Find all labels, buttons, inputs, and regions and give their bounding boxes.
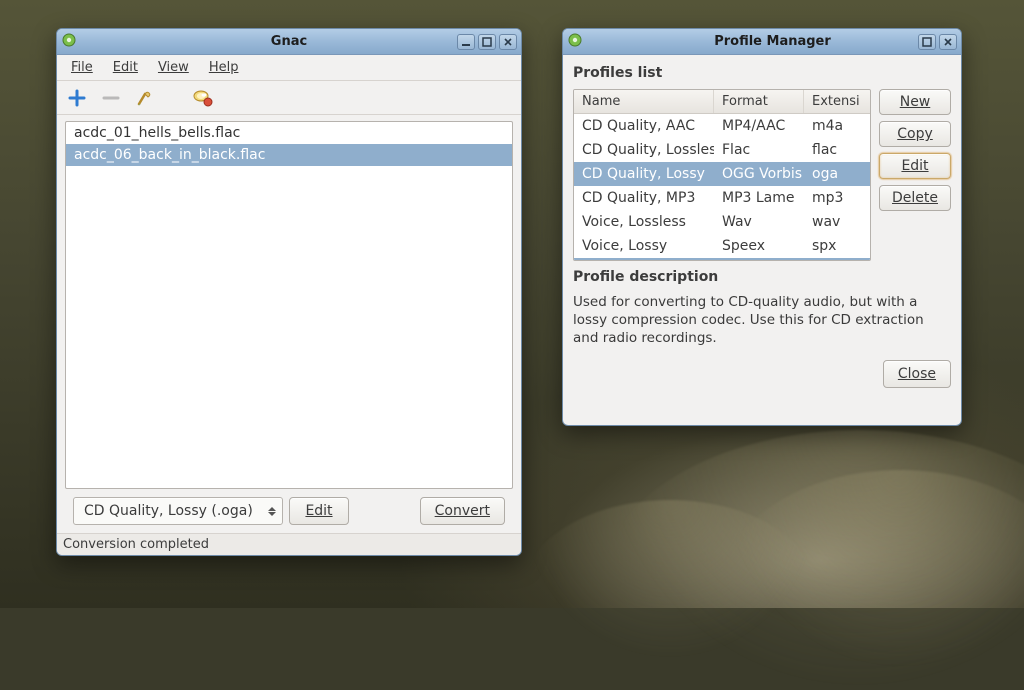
edit-profile-button-pm[interactable]: Edit: [879, 153, 951, 179]
status-bar: Conversion completed: [57, 533, 521, 555]
profile-row[interactable]: CD Quality, AACMP4/AACm4a: [574, 114, 870, 138]
toolbar: [57, 81, 521, 115]
profile-row[interactable]: CD Quality, LossyOGG Vorbisoga: [574, 162, 870, 186]
edit-profile-button[interactable]: Edit: [289, 497, 349, 525]
col-ext[interactable]: Extensi: [804, 90, 870, 113]
col-name[interactable]: Name: [574, 90, 714, 113]
profile-desc-title: Profile description: [573, 269, 951, 285]
file-row[interactable]: acdc_06_back_in_black.flac: [66, 144, 512, 166]
close-button[interactable]: [499, 34, 517, 50]
pm-maximize-button[interactable]: [918, 34, 936, 50]
minimize-button[interactable]: [457, 34, 475, 50]
gnac-titlebar[interactable]: Gnac: [57, 29, 521, 55]
maximize-button[interactable]: [478, 34, 496, 50]
menu-file[interactable]: File: [63, 57, 101, 78]
new-profile-button[interactable]: New: [879, 89, 951, 115]
menubar: File Edit View Help: [57, 55, 521, 81]
profiles-table[interactable]: Name Format Extensi CD Quality, AACMP4/A…: [573, 89, 871, 261]
delete-profile-button[interactable]: Delete: [879, 185, 951, 211]
profile-row[interactable]: Voice, LosslessWavwav: [574, 210, 870, 234]
gnac-app-icon: [61, 32, 77, 48]
profile-desc-text: Used for converting to CD-quality audio,…: [573, 293, 951, 348]
combo-spinner-icon: [268, 507, 276, 516]
profile-row[interactable]: Voice, LossySpeexspx: [574, 234, 870, 260]
profile-row[interactable]: CD Quality, MP3MP3 Lamemp3: [574, 186, 870, 210]
profiles-list-title: Profiles list: [573, 65, 951, 81]
col-format[interactable]: Format: [714, 90, 804, 113]
add-file-button[interactable]: [65, 86, 89, 110]
pm-titlebar[interactable]: Profile Manager: [563, 29, 961, 55]
menu-edit[interactable]: Edit: [105, 57, 146, 78]
clear-list-button[interactable]: [133, 86, 157, 110]
gnac-title: Gnac: [121, 34, 457, 49]
menu-view[interactable]: View: [150, 57, 197, 78]
profile-manager-window: Profile Manager Profiles list Name Forma…: [562, 28, 962, 426]
file-row[interactable]: acdc_01_hells_bells.flac: [66, 122, 512, 144]
profile-row[interactable]: CD Quality, LosslessFlacflac: [574, 138, 870, 162]
menu-help[interactable]: Help: [201, 57, 247, 78]
status-text: Conversion completed: [63, 537, 209, 552]
profiles-table-header: Name Format Extensi: [574, 90, 870, 114]
pm-app-icon: [567, 32, 583, 48]
convert-button[interactable]: Convert: [420, 497, 505, 525]
gnac-window: Gnac File Edit View Help: [56, 28, 522, 556]
settings-button[interactable]: [191, 86, 215, 110]
copy-profile-button[interactable]: Copy: [879, 121, 951, 147]
pm-title: Profile Manager: [627, 34, 918, 49]
remove-file-button[interactable]: [99, 86, 123, 110]
close-button-pm[interactable]: Close: [883, 360, 951, 388]
profile-combo[interactable]: CD Quality, Lossy (.oga): [73, 497, 283, 525]
profile-combo-value: CD Quality, Lossy (.oga): [84, 503, 253, 519]
file-list[interactable]: acdc_01_hells_bells.flacacdc_06_back_in_…: [65, 121, 513, 489]
pm-close-button[interactable]: [939, 34, 957, 50]
